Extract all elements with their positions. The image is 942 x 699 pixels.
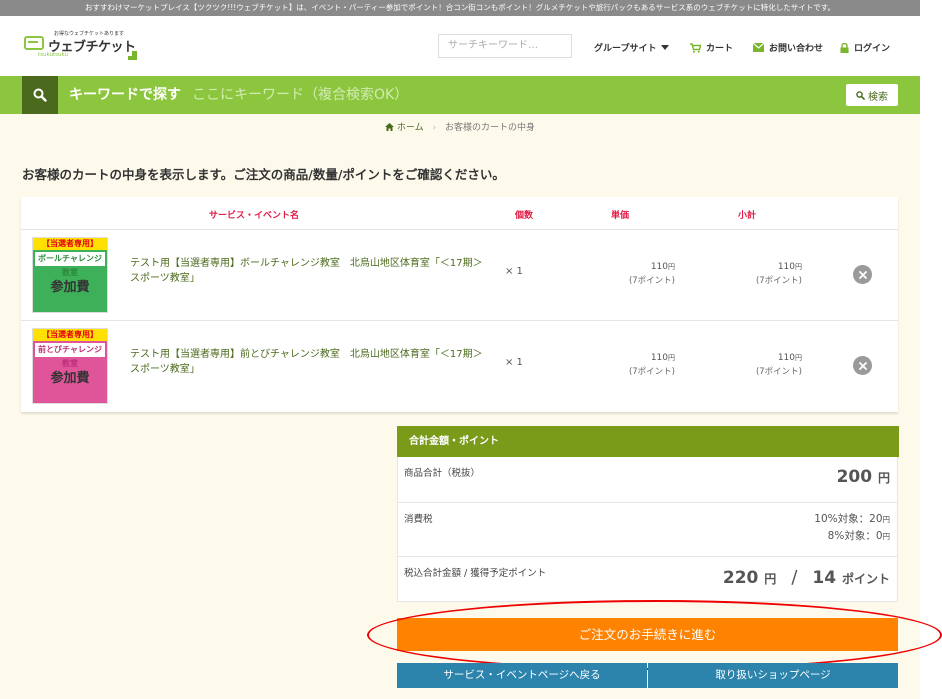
- summary-points-amount: 14: [812, 568, 837, 588]
- search-icon: [33, 88, 47, 102]
- column-header-unit-price: 単価: [611, 211, 630, 221]
- nav-login-label: ログイン: [854, 44, 891, 54]
- keyword-search-button[interactable]: 検索: [846, 84, 898, 106]
- keyword-search-label: キーワードで探す: [69, 87, 181, 103]
- thumbnail-header: 【当選者専用】: [33, 329, 107, 341]
- yen-unit: 円: [882, 515, 891, 524]
- summary-subtotal-value: 200 円: [837, 467, 890, 487]
- tax-8-percent: 8%対象：0: [827, 530, 883, 542]
- site-logo[interactable]: お得なウェブチケットあります ウェブチケット tsukutsuku: [24, 30, 144, 66]
- lock-icon: [840, 42, 849, 53]
- unit-price-value: 110: [650, 353, 668, 363]
- envelope-icon: [753, 43, 764, 52]
- subtotal-price: 110円 (7ポイント): [722, 260, 802, 288]
- product-name-link[interactable]: テスト用【当選者専用】ボールチャレンジ教室 北烏山地区体育室「＜17期＞スポーツ…: [130, 256, 490, 286]
- subtotal-price-value: 110: [777, 353, 795, 363]
- main-content: ホーム › お客様のカートの中身 お客様のカートの中身を表示します。ご注文の商品…: [0, 114, 942, 699]
- subtotal-points: (7ポイント): [755, 367, 802, 377]
- cart-icon: [690, 42, 701, 53]
- yen-unit: 円: [668, 263, 675, 271]
- product-thumbnail[interactable]: 【当選者専用】 ボールチャレンジ教室 参加費: [32, 237, 108, 313]
- breadcrumb-current: お客様のカートの中身: [444, 123, 535, 133]
- summary-tax-values: 10%対象：20円 8%対象：0円: [814, 511, 890, 545]
- points-unit: ポイント: [841, 572, 890, 586]
- column-header-qty: 個数: [515, 211, 534, 221]
- product-thumbnail[interactable]: 【当選者専用】 前とびチャレンジ教室 参加費: [32, 328, 108, 404]
- close-icon: [858, 270, 867, 279]
- thumbnail-header: 【当選者専用】: [33, 238, 107, 250]
- summary-title: 合計金額・ポイント: [397, 426, 899, 457]
- summary-total-amount: 220: [722, 568, 759, 588]
- yen-unit: 円: [882, 532, 891, 541]
- tax-10-percent: 10%対象：20: [814, 513, 883, 525]
- summary-slash: /: [791, 567, 798, 588]
- breadcrumb-home-label: ホーム: [396, 123, 424, 133]
- logo-ticket-icon: [24, 36, 44, 50]
- subtotal-price: 110円 (7ポイント): [722, 351, 802, 379]
- nav-group-label: グループサイト: [594, 44, 657, 54]
- logo-subtitle: tsukutsuku: [38, 52, 69, 58]
- remove-item-button[interactable]: [853, 265, 872, 284]
- summary-tax-label: 消費税: [404, 514, 433, 525]
- keyword-search-input[interactable]: ここにキーワード（複合検索OK）: [192, 76, 408, 114]
- product-quantity: × 1: [505, 266, 523, 277]
- logo-blocks-icon: [128, 51, 137, 60]
- breadcrumb: ホーム › お客様のカートの中身: [0, 120, 920, 133]
- product-name-link[interactable]: テスト用【当選者専用】前とびチャレンジ教室 北烏山地区体育室「＜17期＞スポーツ…: [130, 347, 490, 377]
- summary-total-value: 220 円 / 14 ポイント: [723, 567, 890, 588]
- remove-item-button[interactable]: [853, 356, 872, 375]
- breadcrumb-home[interactable]: ホーム: [385, 123, 426, 133]
- nav-login[interactable]: ログイン: [840, 41, 890, 54]
- summary-total-row: 税込合計金額 / 獲得予定ポイント 220 円 / 14 ポイント: [398, 557, 897, 602]
- nav-contact[interactable]: お問い合わせ: [753, 41, 823, 54]
- keyword-search-button-label: 検索: [868, 91, 888, 103]
- shop-page-button[interactable]: 取り扱いショップページ: [648, 663, 898, 688]
- column-header-name: サービス・イベント名: [209, 211, 300, 221]
- yen-unit: 円: [795, 263, 802, 271]
- unit-price: 110円 (7ポイント): [595, 260, 675, 288]
- yen-unit: 円: [668, 354, 675, 362]
- unit-points: (7ポイント): [628, 276, 675, 286]
- yen-unit: 円: [795, 354, 802, 362]
- thumbnail-fee-label: 参加費: [50, 371, 90, 386]
- cart-row: 【当選者専用】 前とびチャレンジ教室 参加費 テスト用【当選者専用】前とびチャレ…: [21, 320, 898, 410]
- order-summary: 合計金額・ポイント 商品合計（税抜） 200 円 消費税 10%対象：20円 8…: [397, 426, 899, 602]
- unit-points: (7ポイント): [628, 367, 675, 377]
- breadcrumb-separator: ›: [432, 123, 437, 133]
- unit-price: 110円 (7ポイント): [595, 351, 675, 379]
- site-header: お得なウェブチケットあります ウェブチケット tsukutsuku サーチキーワ…: [0, 16, 920, 76]
- nav-group-sites[interactable]: グループサイト: [594, 41, 670, 54]
- cart-table: サービス・イベント名 個数 単価 小計 【当選者専用】 ボールチャレンジ教室 参…: [21, 197, 898, 412]
- unit-price-value: 110: [650, 262, 668, 272]
- summary-total-label: 税込合計金額 / 獲得予定ポイント: [404, 568, 547, 579]
- summary-subtotal-row: 商品合計（税抜） 200 円: [398, 457, 897, 503]
- search-icon: [856, 90, 865, 100]
- thumbnail-fee-label: 参加費: [50, 280, 90, 295]
- keyword-search-bar: キーワードで探す ここにキーワード（複合検索OK） 検索: [0, 76, 920, 114]
- summary-subtotal-label: 商品合計（税抜）: [404, 468, 481, 479]
- summary-tax-row: 消費税 10%対象：20円 8%対象：0円: [398, 503, 897, 557]
- column-header-subtotal: 小計: [738, 211, 757, 221]
- nav-cart-label: カート: [706, 44, 734, 54]
- product-quantity: × 1: [505, 357, 523, 368]
- header-search-input[interactable]: サーチキーワード…: [438, 34, 572, 58]
- home-icon: [385, 123, 394, 131]
- nav-cart[interactable]: カート: [690, 41, 733, 54]
- search-icon-box: [22, 76, 58, 114]
- summary-subtotal-amount: 200: [836, 467, 873, 487]
- nav-contact-label: お問い合わせ: [769, 44, 824, 54]
- caret-down-icon: [661, 44, 670, 50]
- yen-unit: 円: [877, 471, 890, 485]
- proceed-to-checkout-button[interactable]: ご注文のお手続きに進む: [397, 618, 898, 651]
- page-lead-text: お客様のカートの中身を表示します。ご注文の商品/数量/ポイントをご確認ください。: [22, 167, 505, 182]
- thumbnail-title: ボールチャレンジ教室: [35, 252, 105, 277]
- subtotal-points: (7ポイント): [755, 276, 802, 286]
- thumbnail-title: 前とびチャレンジ教室: [35, 343, 105, 368]
- subtotal-price-value: 110: [777, 262, 795, 272]
- back-to-service-page-button[interactable]: サービス・イベントページへ戻る: [397, 663, 647, 688]
- yen-unit: 円: [764, 572, 777, 586]
- close-icon: [858, 361, 867, 370]
- cart-row: 【当選者専用】 ボールチャレンジ教室 参加費 テスト用【当選者専用】ボールチャレ…: [21, 229, 898, 319]
- top-announcement-bar: おすすわけマーケットプレイス【ツクツク!!!ウェブチケット】は、イベント・パーテ…: [0, 0, 920, 16]
